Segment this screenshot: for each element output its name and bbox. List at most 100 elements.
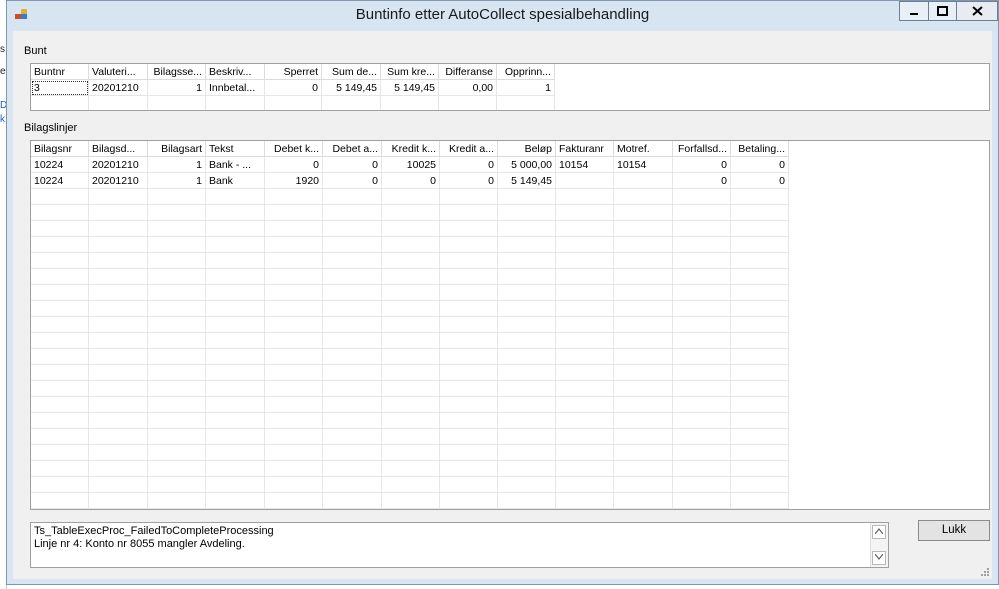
table-cell[interactable]: 5 149,45 xyxy=(322,80,381,96)
table-cell[interactable] xyxy=(323,269,382,285)
table-row[interactable] xyxy=(31,365,989,381)
table-cell[interactable] xyxy=(673,365,731,381)
table-cell[interactable] xyxy=(323,381,382,397)
table-cell[interactable] xyxy=(498,461,556,477)
table-cell[interactable] xyxy=(323,237,382,253)
table-cell[interactable] xyxy=(148,349,206,365)
bunt-grid[interactable]: Buntnr Valuteri... Bilagsse... Beskriv... Sp… xyxy=(30,63,990,111)
table-cell[interactable] xyxy=(439,96,497,110)
table-cell[interactable]: 20201210 xyxy=(89,173,148,189)
table-cell[interactable] xyxy=(731,317,789,333)
table-cell[interactable] xyxy=(614,253,673,269)
table-cell[interactable] xyxy=(498,333,556,349)
table-cell[interactable] xyxy=(206,493,265,509)
table-cell[interactable] xyxy=(31,429,89,445)
table-cell[interactable] xyxy=(323,461,382,477)
table-cell[interactable] xyxy=(556,253,614,269)
table-cell[interactable] xyxy=(148,429,206,445)
message-scrollbar[interactable] xyxy=(870,523,888,567)
table-cell[interactable]: 1 xyxy=(497,80,555,96)
table-cell[interactable] xyxy=(89,253,148,269)
table-cell[interactable] xyxy=(382,397,440,413)
table-cell[interactable] xyxy=(89,477,148,493)
table-cell[interactable] xyxy=(206,445,265,461)
table-cell[interactable] xyxy=(498,349,556,365)
table-cell[interactable] xyxy=(731,269,789,285)
table-cell[interactable] xyxy=(206,397,265,413)
column-header[interactable]: Fakturanr xyxy=(556,141,614,157)
table-cell[interactable]: 0 xyxy=(673,173,731,189)
table-cell[interactable] xyxy=(31,349,89,365)
table-cell[interactable] xyxy=(498,221,556,237)
column-header[interactable]: Beløp xyxy=(498,141,556,157)
table-cell[interactable] xyxy=(89,397,148,413)
resize-grip-icon[interactable] xyxy=(980,567,990,577)
column-header[interactable]: Betaling... xyxy=(731,141,789,157)
table-cell[interactable] xyxy=(89,349,148,365)
table-cell[interactable] xyxy=(556,349,614,365)
table-row[interactable] xyxy=(31,397,989,413)
table-cell[interactable] xyxy=(440,349,498,365)
column-header[interactable]: Sperret xyxy=(265,64,322,80)
table-cell[interactable] xyxy=(731,445,789,461)
table-cell[interactable] xyxy=(31,269,89,285)
table-row[interactable]: 3 20201210 1 Innbetal... 0 5 149,45 5 149,45 0,… xyxy=(31,80,989,96)
table-cell[interactable] xyxy=(323,413,382,429)
table-cell[interactable] xyxy=(265,205,323,221)
column-header[interactable]: Forfallsd... xyxy=(673,141,731,157)
table-cell[interactable] xyxy=(731,333,789,349)
scroll-down-button[interactable] xyxy=(872,551,886,565)
table-cell[interactable] xyxy=(440,477,498,493)
table-cell[interactable] xyxy=(556,317,614,333)
table-cell[interactable] xyxy=(556,429,614,445)
title-bar[interactable]: Buntinfo etter AutoCollect spesialbehand… xyxy=(7,1,998,31)
table-cell[interactable] xyxy=(556,477,614,493)
table-cell[interactable] xyxy=(206,237,265,253)
table-cell[interactable] xyxy=(731,285,789,301)
table-cell[interactable] xyxy=(614,205,673,221)
table-cell[interactable] xyxy=(498,429,556,445)
column-header[interactable]: Kredit k... xyxy=(382,141,440,157)
table-cell[interactable] xyxy=(381,96,439,110)
table-cell[interactable] xyxy=(265,221,323,237)
table-cell[interactable] xyxy=(206,285,265,301)
message-textbox[interactable]: Ts_TableExecProc_FailedToCompleteProcess… xyxy=(30,522,889,568)
table-cell[interactable] xyxy=(440,221,498,237)
column-header[interactable]: Bilagsart xyxy=(148,141,206,157)
table-cell[interactable] xyxy=(673,461,731,477)
table-cell[interactable] xyxy=(498,205,556,221)
table-cell[interactable]: 20201210 xyxy=(89,157,148,173)
table-cell[interactable] xyxy=(673,253,731,269)
column-header[interactable]: Bilagsd... xyxy=(89,141,148,157)
table-cell[interactable] xyxy=(556,189,614,205)
table-cell[interactable]: 0,00 xyxy=(439,80,497,96)
table-cell[interactable] xyxy=(673,285,731,301)
table-cell[interactable] xyxy=(497,96,555,110)
table-cell[interactable]: 10025 xyxy=(382,157,440,173)
table-cell[interactable] xyxy=(731,253,789,269)
table-cell[interactable] xyxy=(31,301,89,317)
table-cell[interactable] xyxy=(614,365,673,381)
table-cell[interactable] xyxy=(89,269,148,285)
table-cell[interactable] xyxy=(89,493,148,509)
table-cell[interactable] xyxy=(382,237,440,253)
column-header[interactable]: Kredit a... xyxy=(440,141,498,157)
table-cell[interactable] xyxy=(148,96,206,110)
table-row[interactable] xyxy=(31,189,989,205)
table-cell[interactable] xyxy=(206,189,265,205)
table-cell[interactable] xyxy=(265,493,323,509)
table-cell[interactable]: 0 xyxy=(673,157,731,173)
table-cell[interactable] xyxy=(265,237,323,253)
table-cell[interactable] xyxy=(148,381,206,397)
table-cell[interactable] xyxy=(89,461,148,477)
column-header[interactable]: Debet k... xyxy=(265,141,323,157)
table-cell[interactable]: 1920 xyxy=(265,173,323,189)
table-row[interactable] xyxy=(31,317,989,333)
table-cell[interactable] xyxy=(31,317,89,333)
table-cell[interactable] xyxy=(148,445,206,461)
column-header[interactable]: Debet a... xyxy=(323,141,382,157)
table-cell[interactable] xyxy=(31,397,89,413)
table-cell[interactable]: 5 149,45 xyxy=(498,173,556,189)
table-cell[interactable]: 1 xyxy=(148,80,206,96)
table-cell[interactable] xyxy=(206,477,265,493)
